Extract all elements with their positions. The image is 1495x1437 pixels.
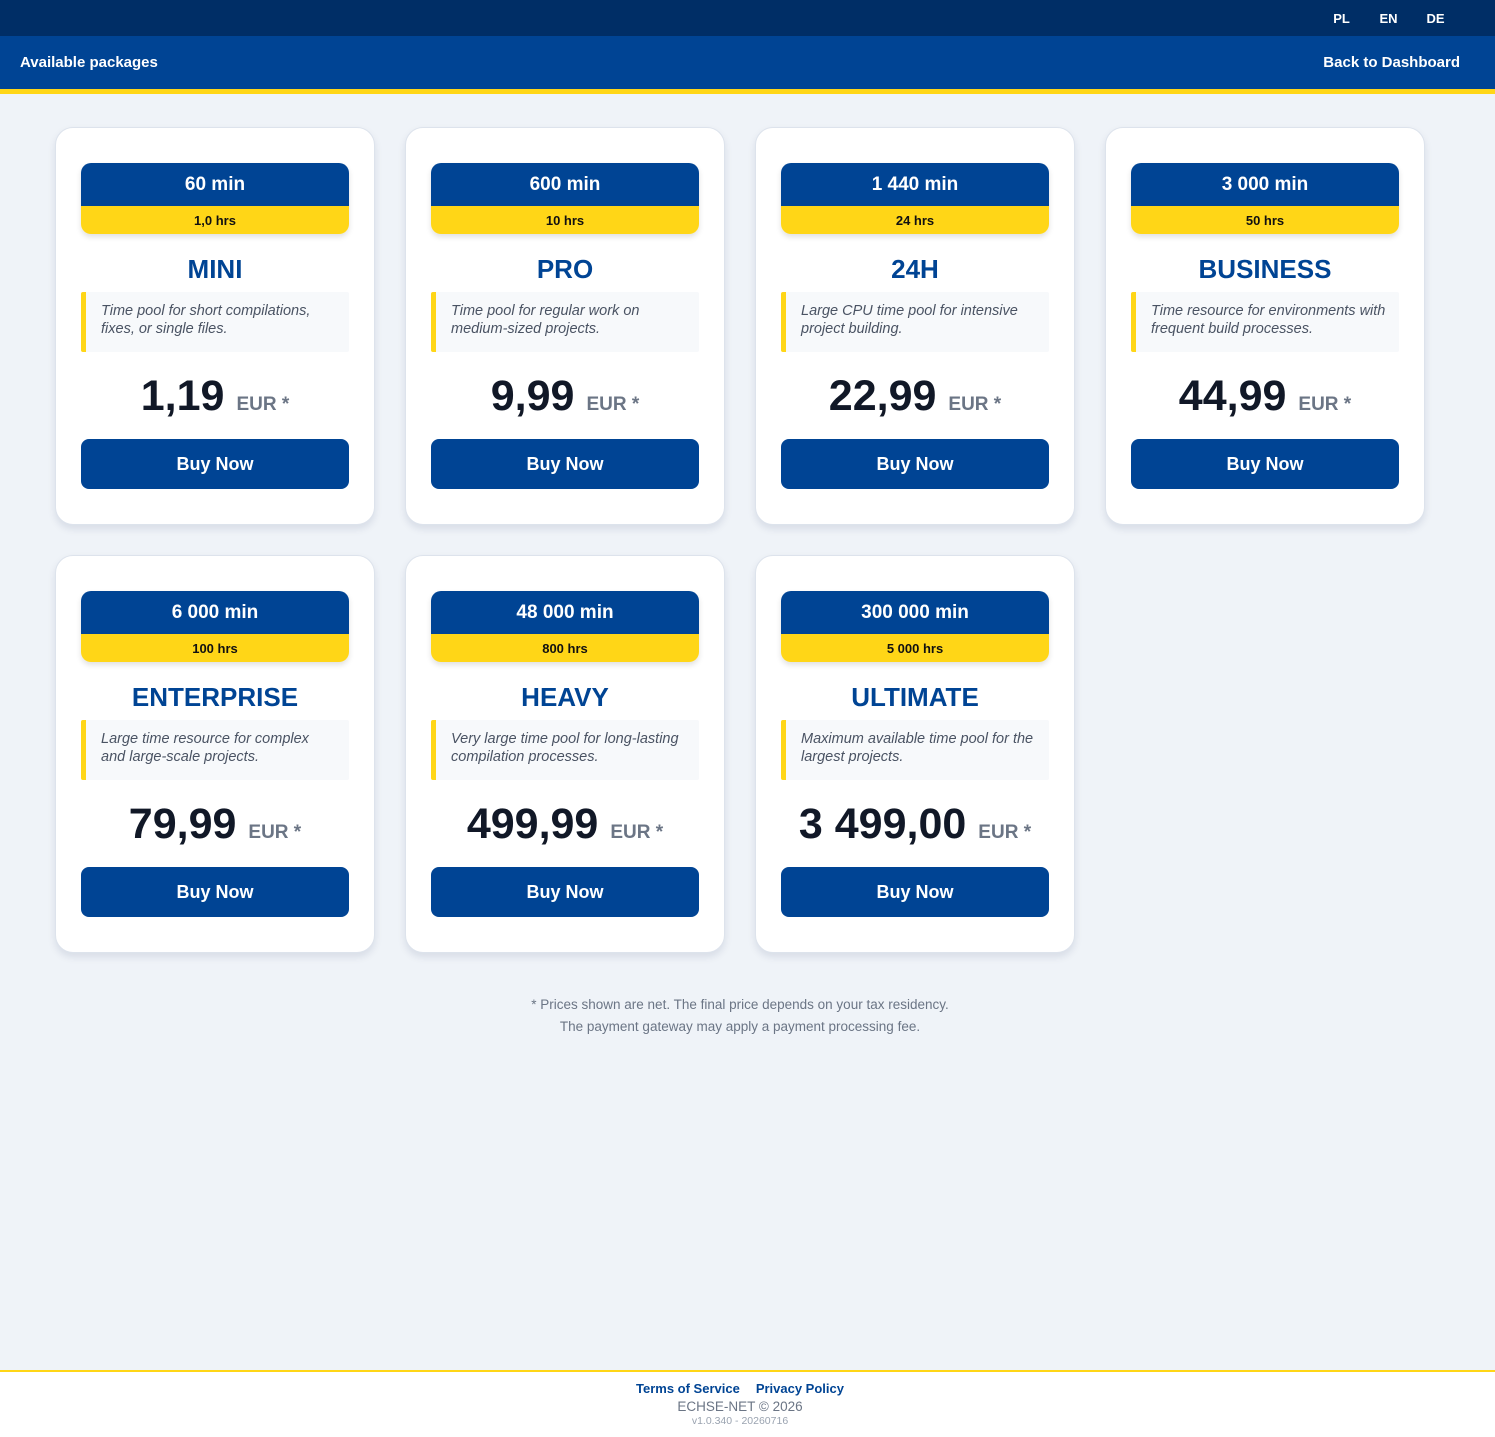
price-row: 79,99 EUR * bbox=[81, 800, 349, 850]
version-text: v1.0.340 - 20260716 bbox=[691, 1415, 789, 1427]
price-currency: EUR * bbox=[1298, 394, 1352, 415]
footer-links: Terms of Service Privacy Policy bbox=[0, 1381, 1495, 1396]
price-currency: EUR * bbox=[586, 394, 640, 415]
buy-now-button-mini[interactable]: Buy Now bbox=[81, 439, 349, 489]
price-row: 1,19 EUR * bbox=[81, 372, 349, 422]
copyright-text: ECHSE-NET © 2026 bbox=[677, 1399, 803, 1414]
buy-now-button-enterprise[interactable]: Buy Now bbox=[81, 867, 349, 917]
time-badge: 300 000 min 5 000 hrs bbox=[781, 591, 1049, 662]
header-accent-stripe bbox=[0, 89, 1495, 94]
price-row: 499,99 EUR * bbox=[431, 800, 699, 850]
privacy-policy-link[interactable]: Privacy Policy bbox=[756, 1381, 844, 1396]
package-card-mini: 60 min 1,0 hrs MINI Time pool for short … bbox=[55, 127, 375, 525]
package-name: ULTIMATE bbox=[851, 682, 979, 712]
price-value: 3 499,00 bbox=[798, 800, 967, 848]
package-description: Maximum available time pool for the larg… bbox=[781, 720, 1049, 780]
time-badge: 1 440 min 24 hrs bbox=[781, 163, 1049, 234]
package-card-pro: 600 min 10 hrs PRO Time pool for regular… bbox=[405, 127, 725, 525]
package-card-enterprise: 6 000 min 100 hrs ENTERPRISE Large time … bbox=[55, 555, 375, 953]
buy-now-button-business[interactable]: Buy Now bbox=[1131, 439, 1399, 489]
page-title: Available packages bbox=[20, 54, 158, 71]
price-currency: EUR * bbox=[236, 394, 290, 415]
time-badge: 60 min 1,0 hrs bbox=[81, 163, 349, 234]
time-minutes: 1 440 min bbox=[781, 163, 1049, 206]
price-value: 1,19 bbox=[140, 372, 225, 420]
time-hours: 50 hrs bbox=[1131, 206, 1399, 234]
time-minutes: 600 min bbox=[431, 163, 699, 206]
price-row: 22,99 EUR * bbox=[781, 372, 1049, 422]
pricing-note-line-1: * Prices shown are net. The final price … bbox=[531, 997, 949, 1012]
time-minutes: 48 000 min bbox=[431, 591, 699, 634]
pricing-note-line-2: The payment gateway may apply a payment … bbox=[559, 1019, 921, 1034]
time-hours: 10 hrs bbox=[431, 206, 699, 234]
package-card-24h: 1 440 min 24 hrs 24H Large CPU time pool… bbox=[755, 127, 1075, 525]
price-currency: EUR * bbox=[978, 822, 1032, 843]
buy-now-button-ultimate[interactable]: Buy Now bbox=[781, 867, 1049, 917]
price-value: 44,99 bbox=[1178, 372, 1287, 420]
buy-now-button-24h[interactable]: Buy Now bbox=[781, 439, 1049, 489]
package-card-ultimate: 300 000 min 5 000 hrs ULTIMATE Maximum a… bbox=[755, 555, 1075, 953]
package-description: Large time resource for complex and larg… bbox=[81, 720, 349, 780]
time-badge: 6 000 min 100 hrs bbox=[81, 591, 349, 662]
package-name: MINI bbox=[187, 254, 243, 284]
time-badge: 3 000 min 50 hrs bbox=[1131, 163, 1399, 234]
time-badge: 600 min 10 hrs bbox=[431, 163, 699, 234]
back-to-dashboard-link[interactable]: Back to Dashboard bbox=[1323, 54, 1460, 71]
package-card-business: 3 000 min 50 hrs BUSINESS Time resource … bbox=[1105, 127, 1425, 525]
package-description: Very large time pool for long-lasting co… bbox=[431, 720, 699, 780]
price-value: 79,99 bbox=[128, 800, 237, 848]
time-minutes: 60 min bbox=[81, 163, 349, 206]
time-hours: 24 hrs bbox=[781, 206, 1049, 234]
packages-grid: 60 min 1,0 hrs MINI Time pool for short … bbox=[55, 127, 1425, 953]
time-badge: 48 000 min 800 hrs bbox=[431, 591, 699, 662]
buy-now-button-pro[interactable]: Buy Now bbox=[431, 439, 699, 489]
language-en[interactable]: EN bbox=[1365, 11, 1412, 26]
package-name: BUSINESS bbox=[1198, 254, 1332, 284]
package-description: Large CPU time pool for intensive projec… bbox=[781, 292, 1049, 352]
terms-of-service-link[interactable]: Terms of Service bbox=[636, 1381, 740, 1396]
language-bar: PL EN DE bbox=[0, 0, 1495, 36]
price-value: 499,99 bbox=[466, 800, 599, 848]
time-hours: 800 hrs bbox=[431, 634, 699, 662]
price-currency: EUR * bbox=[610, 822, 664, 843]
package-name: ENTERPRISE bbox=[131, 682, 299, 712]
time-minutes: 6 000 min bbox=[81, 591, 349, 634]
page-footer: Terms of Service Privacy Policy ECHSE-NE… bbox=[0, 1370, 1495, 1437]
time-hours: 1,0 hrs bbox=[81, 206, 349, 234]
time-hours: 5 000 hrs bbox=[781, 634, 1049, 662]
price-value: 9,99 bbox=[490, 372, 575, 420]
time-hours: 100 hrs bbox=[81, 634, 349, 662]
price-currency: EUR * bbox=[948, 394, 1002, 415]
price-row: 9,99 EUR * bbox=[431, 372, 699, 422]
price-value: 22,99 bbox=[828, 372, 937, 420]
price-row: 44,99 EUR * bbox=[1131, 372, 1399, 422]
package-card-heavy: 48 000 min 800 hrs HEAVY Very large time… bbox=[405, 555, 725, 953]
pricing-note: * Prices shown are net. The final price … bbox=[0, 994, 1480, 1038]
package-name: 24H bbox=[891, 254, 939, 284]
package-description: Time resource for environments with freq… bbox=[1131, 292, 1399, 352]
package-description: Time pool for regular work on medium-siz… bbox=[431, 292, 699, 352]
language-pl[interactable]: PL bbox=[1318, 11, 1365, 26]
time-minutes: 300 000 min bbox=[781, 591, 1049, 634]
price-currency: EUR * bbox=[248, 822, 302, 843]
buy-now-button-heavy[interactable]: Buy Now bbox=[431, 867, 699, 917]
time-minutes: 3 000 min bbox=[1131, 163, 1399, 206]
package-name: HEAVY bbox=[521, 682, 609, 712]
package-name: PRO bbox=[536, 254, 594, 284]
price-row: 3 499,00 EUR * bbox=[781, 800, 1049, 850]
package-description: Time pool for short compilations, fixes,… bbox=[81, 292, 349, 352]
language-de[interactable]: DE bbox=[1412, 11, 1459, 26]
page-header: Available packages Back to Dashboard bbox=[0, 36, 1495, 89]
